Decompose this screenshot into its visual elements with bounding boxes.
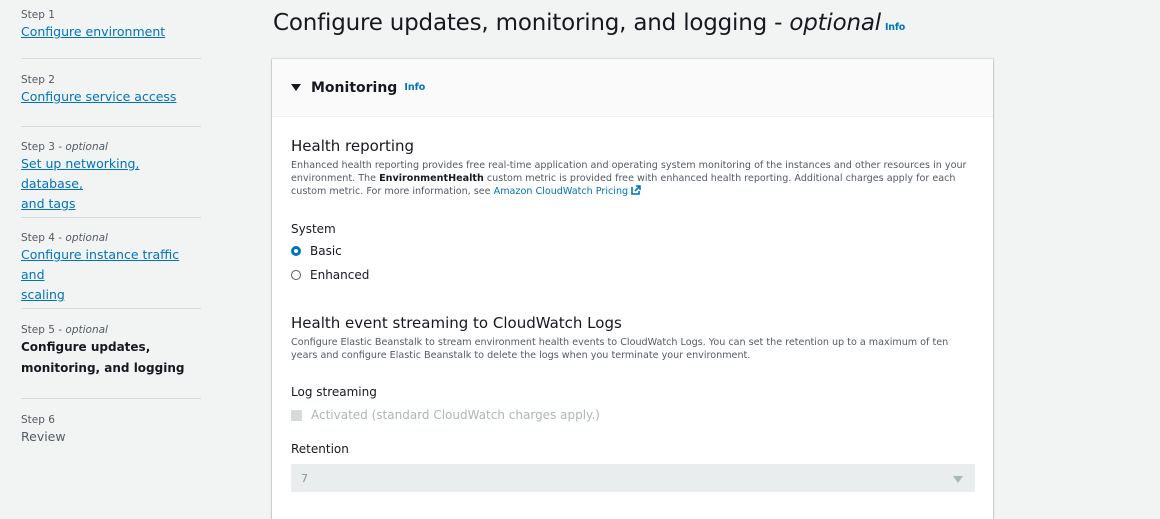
step-number: Step 5 bbox=[21, 324, 55, 336]
step-5-current: Step 5 - optional Configure updates, moni… bbox=[21, 309, 201, 399]
step-label: Step 3 - optional bbox=[21, 140, 201, 154]
health-event-streaming-description: Configure Elastic Beanstalk to stream en… bbox=[291, 337, 949, 361]
optional-tag: optional bbox=[65, 324, 108, 336]
health-reporting-heading: Health reporting bbox=[291, 137, 415, 155]
radio-basic[interactable]: Basic bbox=[291, 242, 975, 260]
desc-bold: EnvironmentHealth bbox=[379, 173, 484, 184]
step-title-line: Configure instance traffic and bbox=[21, 247, 180, 282]
health-event-streaming-section: Health event streaming to CloudWatch Log… bbox=[291, 314, 975, 362]
optional-tag: optional bbox=[65, 232, 108, 244]
monitoring-panel: Monitoring Info Health reporting Enhance… bbox=[272, 59, 993, 519]
step-number: Step 4 bbox=[21, 232, 55, 244]
checkbox-label: Activated (standard CloudWatch charges a… bbox=[311, 408, 600, 422]
step-title-line: Configure updates, bbox=[21, 340, 151, 354]
wizard-steps-nav: Step 1 Configure environment Step 2 Conf… bbox=[21, 8, 201, 447]
system-label: System bbox=[291, 222, 336, 236]
cloudwatch-pricing-link[interactable]: Amazon CloudWatch Pricing bbox=[494, 186, 628, 197]
step-title-line: Set up networking, database, bbox=[21, 156, 140, 191]
step-link-networking[interactable]: Set up networking, database, and tags bbox=[21, 154, 201, 214]
step-2: Step 2 Configure service access bbox=[21, 59, 201, 127]
health-event-streaming-heading: Health event streaming to CloudWatch Log… bbox=[291, 314, 622, 332]
step-title-line: monitoring, and logging bbox=[21, 361, 185, 375]
caret-down-icon[interactable] bbox=[291, 84, 301, 91]
step-link-instance-traffic[interactable]: Configure instance traffic and scaling bbox=[21, 245, 201, 305]
log-streaming-label: Log streaming bbox=[291, 385, 377, 399]
radio-unselected-icon[interactable] bbox=[291, 270, 301, 280]
health-reporting-description: Enhanced health reporting provides free … bbox=[291, 159, 975, 198]
retention-value: 7 bbox=[301, 471, 308, 485]
step-3: Step 3 - optional Set up networking, dat… bbox=[21, 127, 201, 218]
radio-label: Enhanced bbox=[310, 268, 370, 282]
step-label: Step 6 bbox=[21, 414, 55, 426]
radio-selected-icon[interactable] bbox=[291, 246, 301, 256]
log-streaming-checkbox-row: Activated (standard CloudWatch charges a… bbox=[291, 408, 975, 422]
radio-enhanced[interactable]: Enhanced bbox=[291, 266, 975, 284]
panel-title: Monitoring bbox=[311, 79, 398, 96]
step-link-configure-service-access[interactable]: Configure service access bbox=[21, 87, 201, 107]
page-info-link[interactable]: Info bbox=[885, 22, 905, 33]
monitoring-panel-header[interactable]: Monitoring Info bbox=[272, 59, 993, 117]
step-current-title: Configure updates, monitoring, and loggin… bbox=[21, 337, 201, 379]
step-4: Step 4 - optional Configure instance tra… bbox=[21, 218, 201, 309]
retention-field: Retention bbox=[291, 442, 975, 456]
monitoring-info-link[interactable]: Info bbox=[404, 82, 425, 93]
health-reporting-section: Health reporting Enhanced health reporti… bbox=[291, 137, 975, 198]
log-streaming-checkbox bbox=[291, 409, 302, 421]
step-link-configure-environment[interactable]: Configure environment bbox=[21, 22, 201, 42]
retention-label: Retention bbox=[291, 442, 349, 456]
radio-label: Basic bbox=[310, 244, 342, 258]
step-title-line: and tags bbox=[21, 196, 76, 211]
page-title: Configure updates, monitoring, and loggi… bbox=[273, 10, 905, 36]
step-label: Step 1 bbox=[21, 9, 55, 21]
page-title-optional: optional bbox=[789, 10, 881, 36]
step-separator: - bbox=[54, 324, 66, 336]
step-6: Step 6 Review bbox=[21, 399, 201, 447]
step-separator: - bbox=[54, 141, 66, 153]
optional-tag: optional bbox=[65, 141, 108, 153]
step-label: Step 5 - optional bbox=[21, 323, 201, 337]
step-review: Review bbox=[21, 429, 66, 444]
step-number: Step 3 bbox=[21, 141, 55, 153]
step-label: Step 2 bbox=[21, 74, 55, 86]
step-label: Step 4 - optional bbox=[21, 231, 201, 245]
system-radio-group: System Basic Enhanced bbox=[291, 222, 975, 284]
step-title-line: scaling bbox=[21, 287, 65, 302]
external-link-icon[interactable] bbox=[631, 185, 641, 195]
step-1: Step 1 Configure environment bbox=[21, 8, 201, 59]
retention-select: 7 bbox=[291, 464, 975, 492]
step-separator: - bbox=[54, 232, 66, 244]
page-title-text: Configure updates, monitoring, and loggi… bbox=[273, 10, 790, 36]
log-streaming-field: Log streaming Activated (standard CloudW… bbox=[291, 385, 975, 422]
dropdown-caret-icon bbox=[953, 476, 963, 483]
